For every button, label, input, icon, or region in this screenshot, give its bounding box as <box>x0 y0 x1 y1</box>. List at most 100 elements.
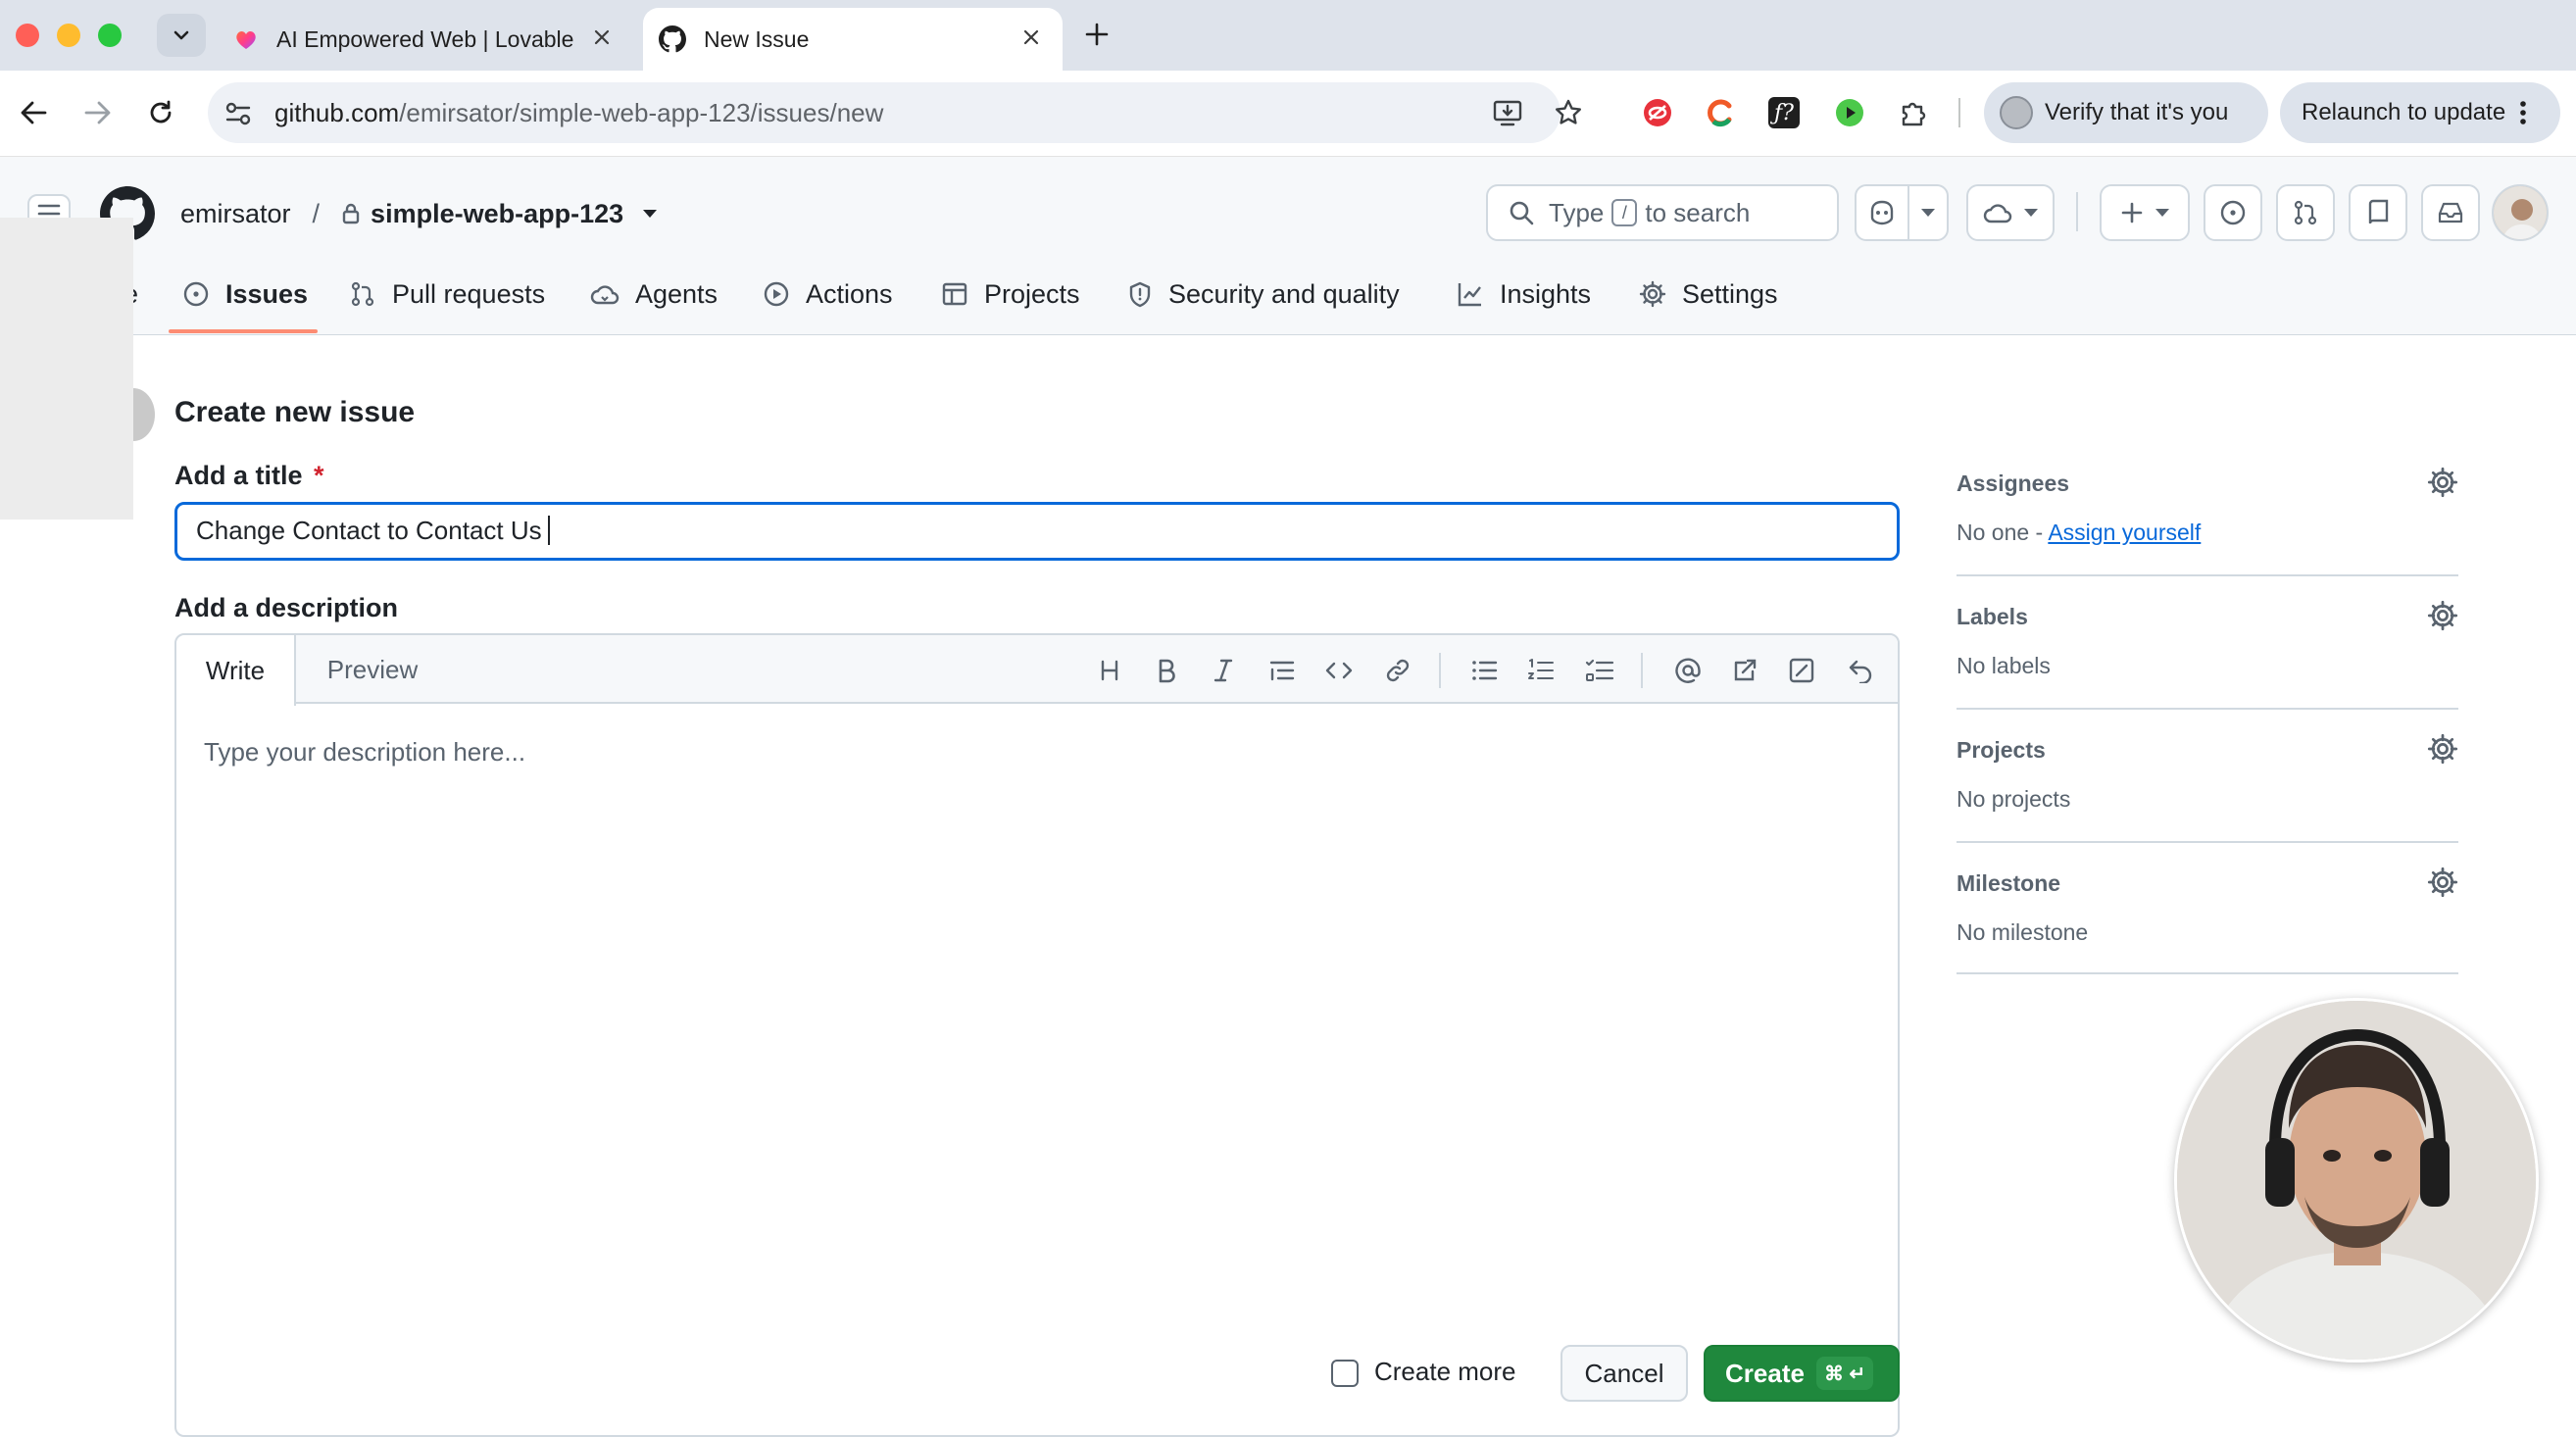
search-input[interactable]: Type / to search <box>1486 184 1839 241</box>
heading-icon[interactable] <box>1094 655 1125 686</box>
toolbar-divider <box>1641 653 1643 688</box>
repositories-shortcut-button[interactable] <box>2349 184 2407 241</box>
caret-down-icon <box>1920 208 1936 218</box>
overlay-panel <box>0 218 133 520</box>
close-tab-icon[interactable] <box>1019 25 1043 49</box>
tab-pull-requests[interactable]: Pull requests <box>349 271 545 318</box>
browser-tab-lovable[interactable]: AI Empowered Web | Lovable <box>222 8 633 71</box>
minimize-window-button[interactable] <box>57 24 80 47</box>
site-info-icon[interactable] <box>223 100 253 127</box>
create-new-button[interactable] <box>2100 184 2190 241</box>
task-list-icon[interactable] <box>1584 655 1615 686</box>
unordered-list-icon[interactable] <box>1468 655 1500 686</box>
description-input[interactable]: Type your description here... <box>204 737 525 768</box>
tab-actions[interactable]: Actions <box>763 271 893 318</box>
undo-icon[interactable] <box>1845 655 1876 686</box>
caret-down-icon <box>2023 208 2039 218</box>
tab-projects-label: Projects <box>984 278 1080 309</box>
gear-icon <box>1639 280 1682 308</box>
close-window-button[interactable] <box>16 24 39 47</box>
create-more-label: Create more <box>1374 1357 1516 1386</box>
verify-identity-button[interactable]: Verify that it's you <box>1984 82 2268 143</box>
required-mark: * <box>314 461 324 490</box>
tab-preview[interactable]: Preview <box>304 635 441 704</box>
saved-replies-icon[interactable] <box>1786 655 1817 686</box>
tab-issues[interactable]: Issues <box>182 271 308 318</box>
issues-shortcut-button[interactable] <box>2204 184 2262 241</box>
selected-tab-underline <box>169 329 318 333</box>
assignees-empty-text: No one - <box>1957 520 2044 545</box>
webcam-video-overlay <box>2174 998 2539 1363</box>
bold-icon[interactable] <box>1151 655 1182 686</box>
verify-label: Verify that it's you <box>2045 99 2229 125</box>
extension-red-icon[interactable] <box>1643 98 1672 127</box>
create-more-checkbox[interactable] <box>1331 1360 1359 1387</box>
tab-projects[interactable]: Projects <box>941 271 1080 318</box>
italic-icon[interactable] <box>1208 655 1239 686</box>
caret-down-icon[interactable] <box>641 208 659 220</box>
inbox-button[interactable] <box>2421 184 2480 241</box>
projects-gear-icon[interactable] <box>2427 733 2458 765</box>
relaunch-button[interactable]: Relaunch to update <box>2280 82 2560 143</box>
extension-play-icon[interactable] <box>1835 98 1864 127</box>
assign-yourself-link[interactable]: Assign yourself <box>2048 520 2201 545</box>
repo-name-link[interactable]: simple-web-app-123 <box>371 199 623 229</box>
new-tab-button[interactable] <box>1082 20 1112 49</box>
quote-icon[interactable] <box>1266 655 1298 686</box>
search-suffix: to search <box>1645 197 1751 227</box>
pull-requests-shortcut-button[interactable] <box>2276 184 2335 241</box>
tab-agents[interactable]: Agents <box>590 271 718 318</box>
copilot-button[interactable] <box>1855 184 1909 241</box>
toolbar-divider <box>1958 98 1960 127</box>
avatar[interactable] <box>2492 184 2549 241</box>
breadcrumb-separator: / <box>312 198 321 228</box>
issue-opened-icon <box>2219 199 2247 226</box>
code-icon[interactable] <box>1323 655 1355 686</box>
link-icon[interactable] <box>1382 655 1413 686</box>
forward-button[interactable] <box>82 98 114 127</box>
arrow-right-icon <box>82 98 114 127</box>
extensions-puzzle-icon[interactable] <box>1898 97 1929 128</box>
reload-button[interactable] <box>145 97 176 128</box>
tab-security[interactable]: Security and quality <box>1127 271 1400 318</box>
cancel-button[interactable]: Cancel <box>1560 1345 1688 1402</box>
browser-tab-new-issue[interactable]: New Issue <box>643 8 1063 71</box>
sidebar-divider <box>1957 708 2458 710</box>
create-button[interactable]: Create ⌘ ↵ <box>1704 1345 1900 1402</box>
mention-icon[interactable] <box>1672 655 1704 686</box>
assignees-value: No one - Assign yourself <box>1957 520 2201 546</box>
tab-insights[interactable]: Insights <box>1457 271 1591 318</box>
create-shortcut-hint: ⌘ ↵ <box>1815 1357 1874 1390</box>
install-app-icon[interactable] <box>1492 98 1523 127</box>
url-host: github.com <box>274 98 400 127</box>
ordered-list-icon[interactable] <box>1525 655 1557 686</box>
repo-owner-link[interactable]: emirsator <box>180 199 291 229</box>
git-pull-request-icon <box>2292 199 2319 226</box>
play-icon <box>763 280 806 308</box>
breadcrumb: emirsator / simple-web-app-123 <box>180 196 659 231</box>
labels-gear-icon[interactable] <box>2427 600 2458 631</box>
maximize-window-button[interactable] <box>98 24 122 47</box>
copilot-menu-button[interactable] <box>1907 184 1949 241</box>
close-tab-icon[interactable] <box>590 25 614 49</box>
search-icon <box>1508 199 1535 226</box>
tab-security-label: Security and quality <box>1168 278 1400 309</box>
agent-cloud-icon <box>590 281 635 307</box>
extension-fx-icon[interactable]: ƒ? <box>1768 97 1800 128</box>
codespaces-button[interactable] <box>1966 184 2055 241</box>
tab-settings[interactable]: Settings <box>1639 271 1778 318</box>
assignees-gear-icon[interactable] <box>2427 467 2458 498</box>
tab-search-button[interactable] <box>157 14 206 57</box>
back-button[interactable] <box>18 98 49 127</box>
projects-value: No projects <box>1957 786 2071 812</box>
repo-icon <box>2365 199 2391 226</box>
milestone-gear-icon[interactable] <box>2427 867 2458 898</box>
text-caret <box>548 516 550 545</box>
title-label-text: Add a title <box>174 461 303 490</box>
extension-c-icon[interactable] <box>1706 98 1735 127</box>
bookmark-star-icon[interactable] <box>1553 97 1584 128</box>
assignees-heading: Assignees <box>1957 471 2070 496</box>
cross-reference-icon[interactable] <box>1729 655 1760 686</box>
table-icon <box>941 280 984 308</box>
tab-write[interactable]: Write <box>176 635 296 706</box>
